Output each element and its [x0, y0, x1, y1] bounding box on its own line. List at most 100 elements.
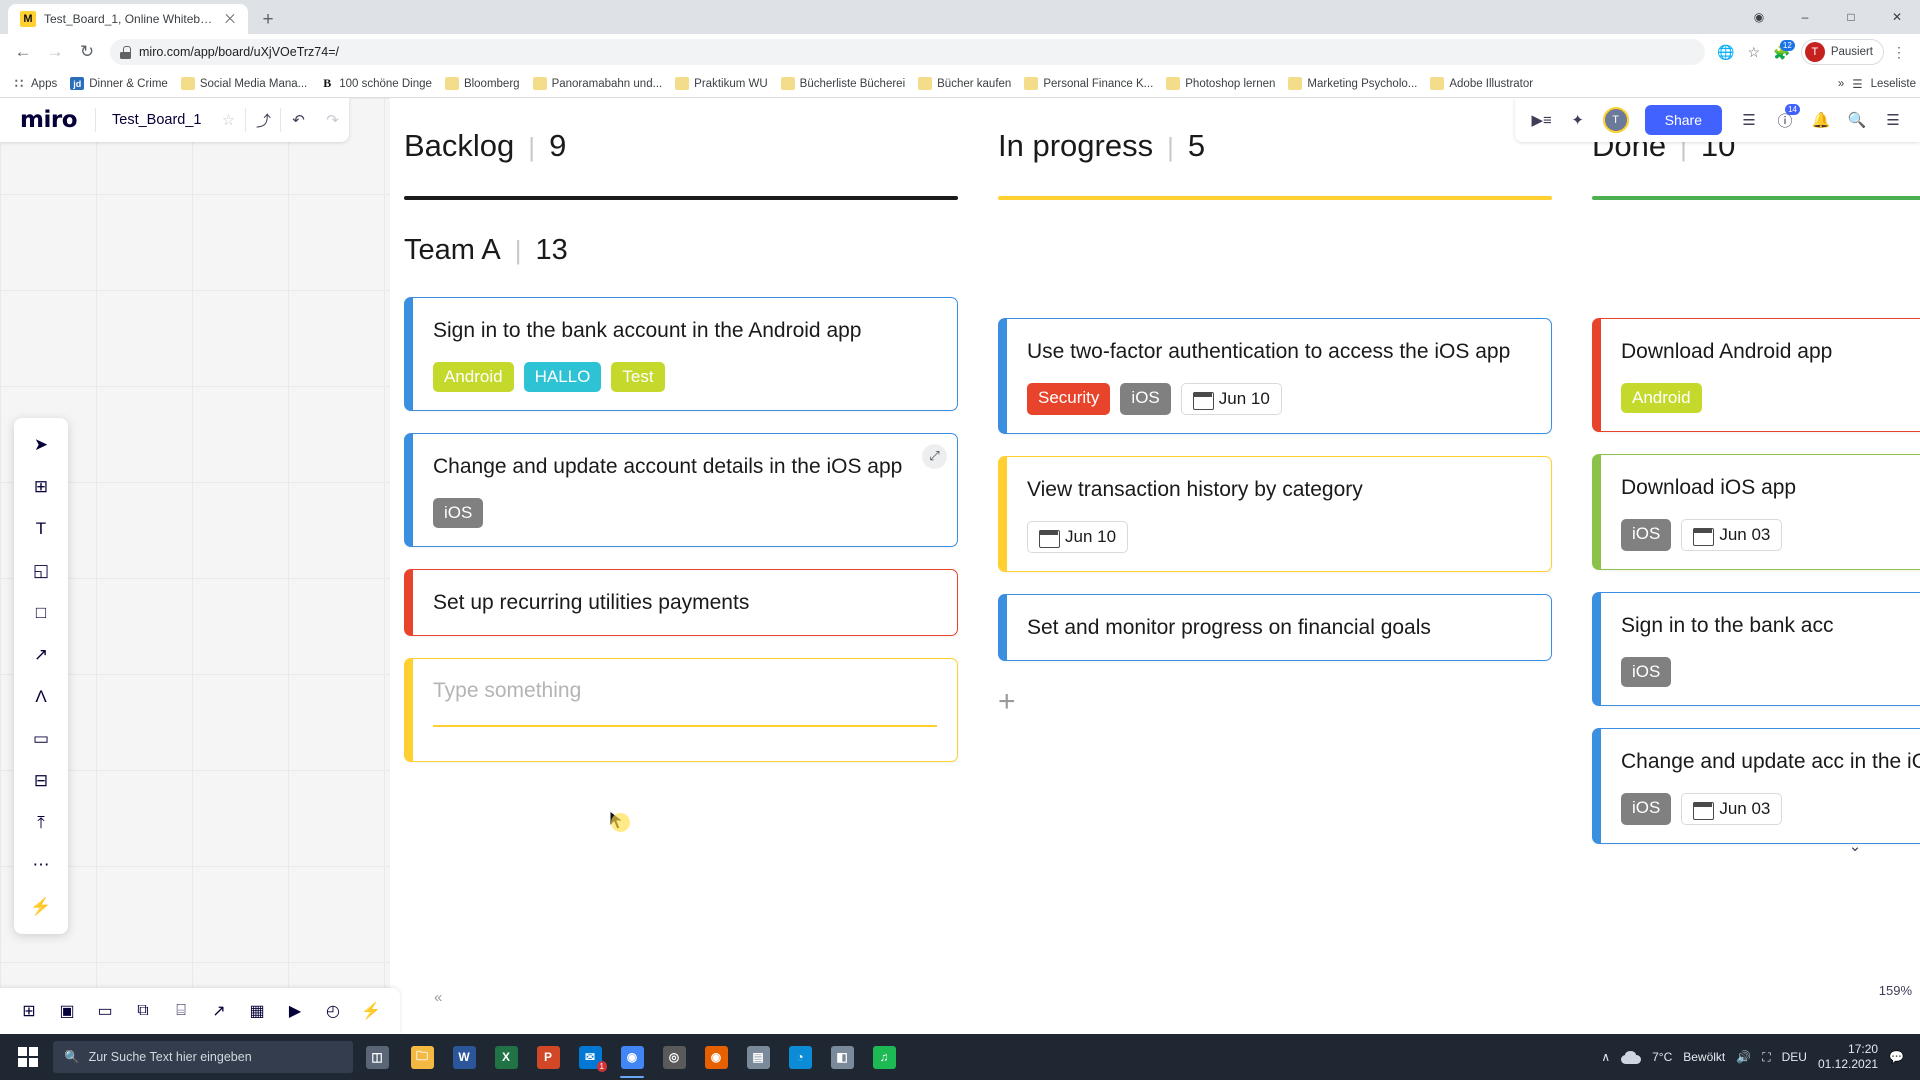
favorite-star-icon[interactable]: ☆: [211, 98, 245, 142]
expand-card-icon[interactable]: ⤢: [922, 443, 947, 469]
tray-chevron-icon[interactable]: ∧: [1601, 1050, 1610, 1064]
tag-chip[interactable]: Security: [1027, 382, 1111, 415]
close-button[interactable]: ✕: [1874, 0, 1920, 34]
share-upload-icon[interactable]: ⤴: [246, 98, 280, 142]
extensions-icon[interactable]: 🧩 12: [1769, 39, 1795, 65]
reload-icon[interactable]: ↻: [72, 37, 102, 67]
bookmark-item[interactable]: Adobe Illustrator: [1424, 74, 1539, 93]
tag-chip[interactable]: iOS: [1120, 382, 1171, 415]
comment-tool-icon[interactable]: ▭: [22, 720, 60, 758]
search-icon[interactable]: 🔍: [1840, 98, 1874, 142]
bell-icon[interactable]: 🔔: [1804, 98, 1838, 142]
bookmarks-overflow-icon[interactable]: »: [1838, 78, 1844, 90]
bookmark-item[interactable]: Praktikum WU: [669, 74, 773, 93]
back-icon[interactable]: ←: [8, 37, 38, 67]
cards-icon[interactable]: ⧉: [126, 994, 160, 1028]
bookmark-item[interactable]: Photoshop lernen: [1160, 74, 1281, 93]
taskbar-app-mail[interactable]: ✉ 1: [569, 1035, 611, 1079]
new-card-input[interactable]: Type something: [404, 657, 958, 762]
extensions-puzzle-icon[interactable]: ◉: [1736, 0, 1782, 34]
taskbar-app-chrome[interactable]: ◉: [611, 1035, 653, 1079]
shapes-tool-icon[interactable]: □: [22, 594, 60, 632]
due-date-chip[interactable]: Jun 03: [1681, 518, 1783, 551]
due-date-chip[interactable]: Jun 10: [1027, 520, 1129, 553]
due-date-chip[interactable]: Jun 10: [1180, 382, 1282, 415]
browser-tab[interactable]: M Test_Board_1, Online Whiteboard: [8, 4, 248, 34]
tag-chip[interactable]: Android: [1621, 382, 1702, 413]
bookmark-item[interactable]: Marketing Psycholo...: [1282, 74, 1423, 93]
connector-tool-icon[interactable]: ↗: [22, 636, 60, 674]
taskbar-app-word[interactable]: W: [443, 1035, 485, 1079]
due-date-chip[interactable]: Jun 03: [1681, 792, 1783, 825]
tag-chip[interactable]: iOS: [433, 497, 484, 528]
upload-tool-icon[interactable]: ⤒: [22, 804, 60, 842]
bookmark-item[interactable]: Bücher kaufen: [912, 74, 1017, 93]
video-chat-icon[interactable]: ▶: [278, 994, 312, 1028]
kanban-card[interactable]: Use two-factor authentication to access …: [998, 318, 1552, 434]
present-icon[interactable]: ▶≡: [1525, 98, 1559, 142]
presentation-icon[interactable]: ▣: [50, 994, 84, 1028]
task-view-button[interactable]: ◫: [356, 1035, 398, 1079]
sticky-note-tool-icon[interactable]: ◱: [22, 552, 60, 590]
notification-icon[interactable]: 💬: [1889, 1050, 1904, 1064]
help-icon[interactable]: ⓘ 14: [1768, 98, 1802, 142]
kanban-card[interactable]: Sign in to the bank acc iOS: [1592, 591, 1920, 706]
start-button[interactable]: [6, 1035, 50, 1079]
language-indicator[interactable]: DEU: [1782, 1050, 1807, 1064]
bookmark-item[interactable]: jd Dinner & Crime: [64, 74, 174, 93]
bookmark-item[interactable]: ∷ Apps: [6, 74, 63, 93]
board-title[interactable]: Test_Board_1: [96, 112, 211, 128]
kanban-card[interactable]: View transaction history by category Jun …: [998, 455, 1552, 572]
tag-chip[interactable]: HALLO: [523, 361, 602, 392]
bookmark-item[interactable]: Social Media Mana...: [175, 74, 313, 93]
network-icon[interactable]: ⛶: [1762, 1050, 1770, 1065]
kanban-card[interactable]: Change and update account details in the…: [404, 432, 958, 547]
tag-chip[interactable]: iOS: [1621, 518, 1672, 551]
comments-icon[interactable]: ▭: [88, 994, 122, 1028]
taskbar-app-disc[interactable]: ◎: [653, 1035, 695, 1079]
cursor-tool-icon[interactable]: ➤: [22, 426, 60, 464]
taskbar-app-firefox[interactable]: ◉: [695, 1035, 737, 1079]
kanban-card[interactable]: Set and monitor progress on financial go…: [998, 593, 1552, 661]
bookmark-item[interactable]: Bloomberg: [439, 74, 526, 93]
maximize-button[interactable]: □: [1828, 0, 1874, 34]
tag-chip[interactable]: Test: [611, 361, 665, 392]
kanban-card[interactable]: Sign in to the bank account in the Andro…: [404, 297, 958, 411]
bookmark-item[interactable]: Panoramabahn und...: [527, 74, 669, 93]
kanban-card[interactable]: Set up recurring utilities payments: [404, 568, 958, 636]
profile-button[interactable]: T Pausiert: [1800, 39, 1884, 65]
undo-icon[interactable]: ↶: [281, 98, 315, 142]
taskbar-app-photos[interactable]: ◧: [821, 1035, 863, 1079]
taskbar-app-spotify[interactable]: ♫: [863, 1035, 905, 1079]
reading-list-label[interactable]: Leseliste: [1871, 78, 1916, 90]
zoom-level[interactable]: 159%: [1879, 983, 1912, 998]
bookmark-star-icon[interactable]: ☆: [1741, 39, 1767, 65]
tag-chip[interactable]: iOS: [1621, 656, 1672, 687]
magic-wand-icon[interactable]: ✦: [1561, 98, 1595, 142]
translate-icon[interactable]: 🌐: [1713, 39, 1739, 65]
collapse-sidebar-icon[interactable]: «: [434, 989, 442, 1006]
kanban-card[interactable]: Download iOS app iOS Jun 03: [1592, 453, 1920, 570]
taskbar-app-powerpoint[interactable]: P: [527, 1035, 569, 1079]
frames-panel-icon[interactable]: ⊞: [12, 994, 46, 1028]
add-card-button[interactable]: +: [984, 685, 1566, 719]
screenshot-icon[interactable]: ▦: [240, 994, 274, 1028]
bookmark-item[interactable]: Bücherliste Bücherei: [775, 74, 911, 93]
table-icon[interactable]: ⌸: [164, 994, 198, 1028]
volume-icon[interactable]: 🔊: [1736, 1050, 1751, 1064]
taskbar-app-file-explorer[interactable]: 🗀: [401, 1035, 443, 1079]
timer-icon[interactable]: ◴: [316, 994, 350, 1028]
minimize-button[interactable]: –: [1782, 0, 1828, 34]
apps-tool-icon[interactable]: ⚡: [22, 888, 60, 926]
sliders-icon[interactable]: ☰: [1732, 98, 1766, 142]
new-tab-button[interactable]: +: [254, 6, 282, 34]
bookmark-item[interactable]: B 100 schöne Dinge: [314, 74, 438, 93]
clock[interactable]: 17:20 01.12.2021: [1818, 1042, 1878, 1072]
chrome-menu-icon[interactable]: ⋮: [1886, 39, 1912, 65]
address-bar[interactable]: miro.com/app/board/uXjVOeTrz74=/: [110, 39, 1705, 65]
panel-icon[interactable]: ☰: [1876, 98, 1910, 142]
activity-icon[interactable]: ⚡: [354, 994, 388, 1028]
kanban-card[interactable]: Download Android app Android: [1592, 318, 1920, 432]
kanban-card[interactable]: Change and update acc in the iOS app iOS J…: [1592, 727, 1920, 844]
tag-chip[interactable]: iOS: [1621, 792, 1672, 825]
